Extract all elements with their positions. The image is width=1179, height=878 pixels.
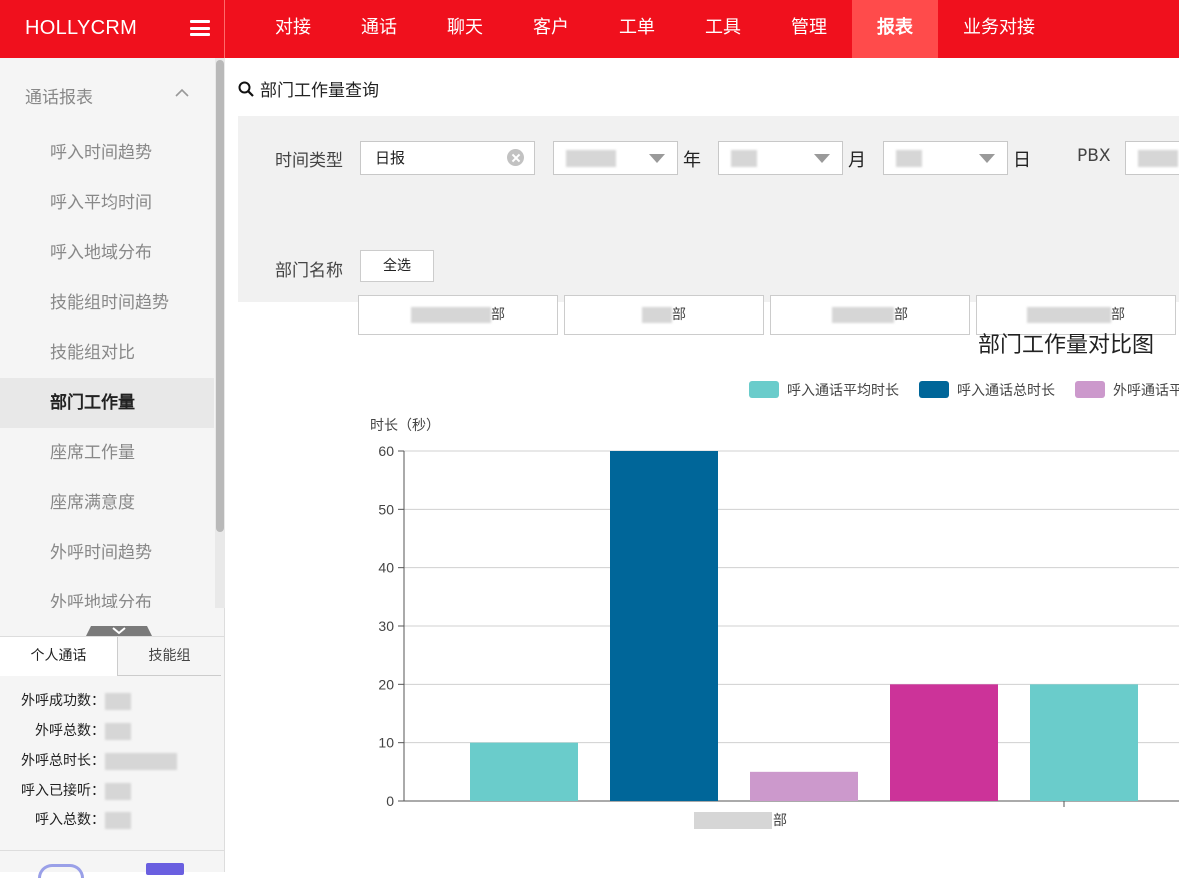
sidebar-scrollbar[interactable] [215, 58, 225, 608]
sidebar: 通话报表 呼入时间趋势 呼入平均时间 呼入地域分布 技能组时间趋势 技能组对比 … [0, 58, 225, 878]
main-nav: 对接 通话 聊天 客户 工单 工具 管理 报表 业务对接 [250, 0, 1060, 58]
bar-2 [750, 771, 858, 801]
sidebar-item-agent-satisfaction[interactable]: 座席满意度 [0, 478, 214, 528]
x-category-label: 部 [773, 812, 787, 828]
sidebar-item-skill-group-compare[interactable]: 技能组对比 [0, 328, 214, 378]
nav-item-business-dock[interactable]: 业务对接 [938, 0, 1060, 58]
chart-plot: 时长（秒） 0 10 20 30 40 50 60 部 [370, 417, 1179, 829]
scrollbar-thumb[interactable] [216, 60, 224, 532]
y-tick-label: 30 [378, 618, 394, 634]
y-tick-label: 40 [378, 560, 394, 576]
nav-item-dock[interactable]: 对接 [250, 0, 336, 58]
nav-item-customer[interactable]: 客户 [508, 0, 594, 58]
sidebar-menu: 通话报表 呼入时间趋势 呼入平均时间 呼入地域分布 技能组时间趋势 技能组对比 … [0, 58, 225, 608]
tab-skill-group[interactable]: 技能组 [118, 637, 221, 676]
sidebar-item-inbound-time-trend[interactable]: 呼入时间趋势 [0, 128, 214, 178]
brand-area: HOLLYCRM [0, 0, 225, 58]
stat-label: 呼入已接听： [21, 783, 105, 799]
stat-outbound-success: 外呼成功数： [0, 690, 131, 710]
sidebar-section-title: 通话报表 [25, 88, 93, 108]
stats-tabs: 个人通话 技能组 [0, 636, 225, 676]
stat-label: 外呼总时长： [21, 753, 105, 769]
bar-1 [610, 451, 718, 801]
x-category-redacted [694, 812, 772, 829]
nav-item-reports[interactable]: 报表 [852, 0, 938, 58]
y-tick-label: 10 [378, 735, 394, 751]
nav-item-call[interactable]: 通话 [336, 0, 422, 58]
hamburger-menu-icon[interactable] [190, 20, 210, 36]
nav-item-tools[interactable]: 工具 [680, 0, 766, 58]
y-axis-label: 时长（秒） [370, 417, 440, 433]
bar-4 [1030, 684, 1138, 801]
sidebar-section-header[interactable]: 通话报表 [0, 58, 214, 128]
sidebar-item-department-workload[interactable]: 部门工作量 [0, 378, 214, 428]
stat-value-redacted [105, 782, 131, 800]
nav-item-chat[interactable]: 聊天 [422, 0, 508, 58]
headset-icon[interactable] [38, 864, 84, 878]
stat-label: 呼入总数： [35, 812, 105, 828]
tab-personal-calls[interactable]: 个人通话 [0, 637, 118, 676]
stat-value-redacted [105, 811, 131, 829]
stat-value-redacted [105, 722, 131, 740]
y-tick-label: 60 [378, 443, 394, 459]
y-tick-label: 50 [378, 501, 394, 517]
nav-item-ticket[interactable]: 工单 [594, 0, 680, 58]
main-content: 部门工作量查询 时间类型 日报 年 月 日 PBX 部门名称 全选 部 部 部 … [226, 58, 1179, 872]
y-tick-label: 20 [378, 676, 394, 692]
stat-inbound-answered: 呼入已接听： [0, 780, 131, 800]
sidebar-item-inbound-average-time[interactable]: 呼入平均时间 [0, 178, 214, 228]
sidebar-item-agent-workload[interactable]: 座席工作量 [0, 428, 214, 478]
stat-label: 外呼总数： [35, 723, 105, 739]
sidebar-item-skill-group-trend[interactable]: 技能组时间趋势 [0, 278, 214, 328]
stat-label: 外呼成功数： [21, 693, 105, 709]
brand-logo: HOLLYCRM [25, 17, 138, 39]
y-tick-label: 0 [386, 793, 394, 809]
divider [0, 850, 225, 851]
stat-inbound-total: 呼入总数： [0, 809, 131, 829]
stat-outbound-total: 外呼总数： [0, 720, 131, 740]
sidebar-item-outbound-region[interactable]: 外呼地域分布 [0, 578, 214, 608]
sidebar-item-inbound-region[interactable]: 呼入地域分布 [0, 228, 214, 278]
stat-value-redacted [105, 752, 177, 770]
chevron-up-icon [175, 88, 189, 97]
stat-value-redacted [105, 692, 131, 710]
top-navigation-bar: HOLLYCRM 对接 通话 聊天 客户 工单 工具 管理 报表 业务对接 [0, 0, 1179, 58]
status-icon[interactable] [146, 863, 184, 875]
stat-outbound-duration: 外呼总时长： [0, 750, 177, 770]
sidebar-item-outbound-time-trend[interactable]: 外呼时间趋势 [0, 528, 214, 578]
nav-item-admin[interactable]: 管理 [766, 0, 852, 58]
bar-0 [470, 742, 578, 801]
bar-3 [890, 684, 998, 801]
